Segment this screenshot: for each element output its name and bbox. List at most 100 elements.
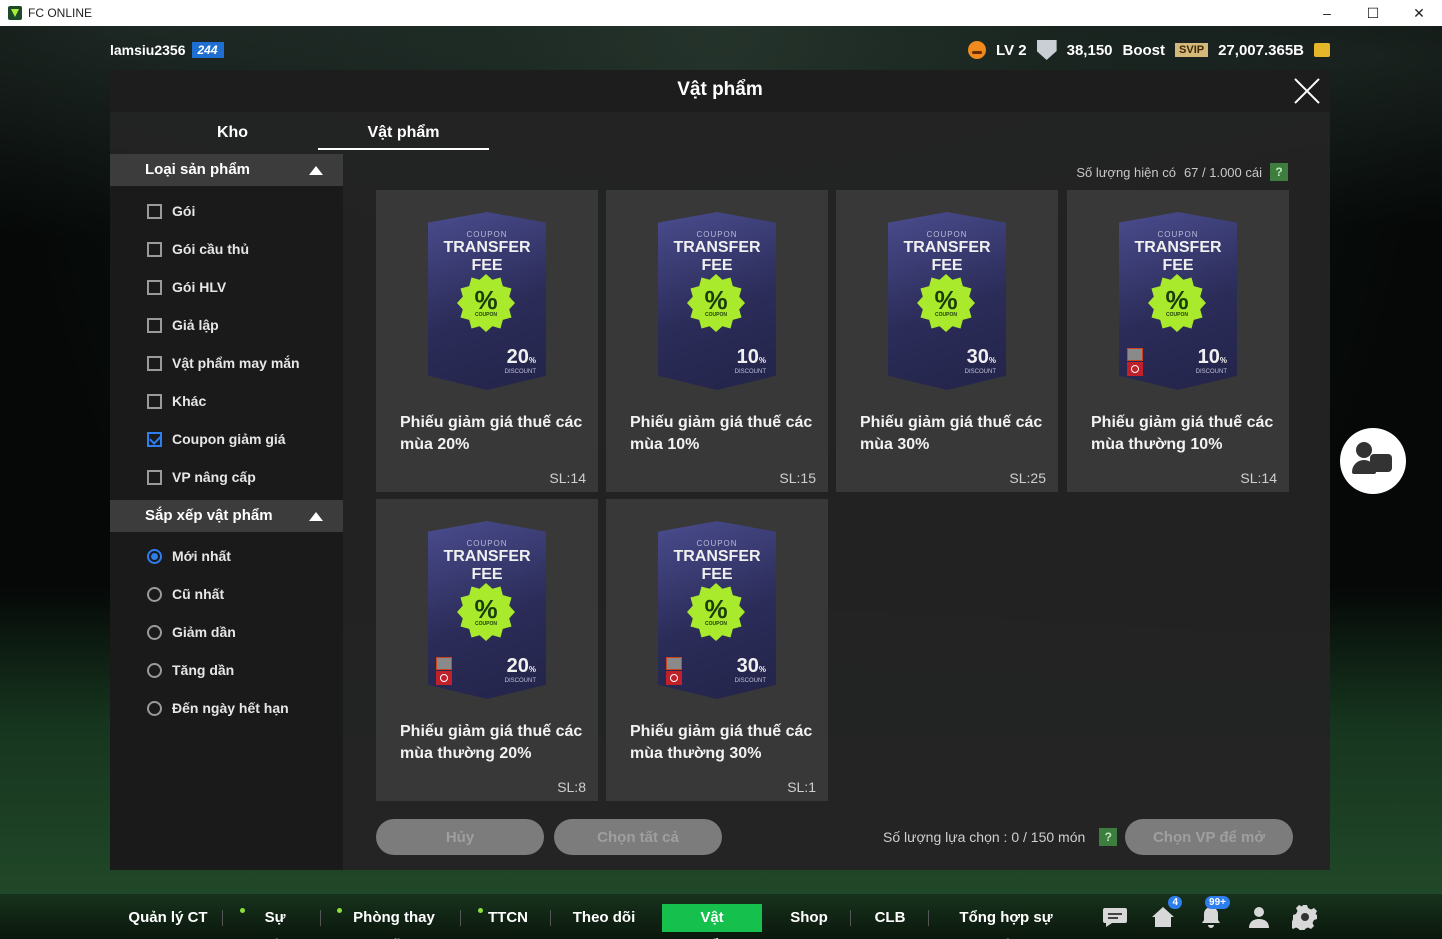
- collapse-triangle-icon: [309, 166, 323, 175]
- checkbox[interactable]: [147, 203, 162, 219]
- nav-vat-pham[interactable]: Vật phẩm: [662, 904, 762, 939]
- sort-moi-nhat[interactable]: Mới nhất: [147, 546, 231, 566]
- sort-header[interactable]: Sắp xếp vật phẩm: [110, 500, 343, 532]
- profile-icon[interactable]: [1244, 902, 1274, 932]
- coupon-small-label: COUPON: [926, 230, 968, 239]
- sort-title: Sắp xếp vật phẩm: [145, 507, 273, 524]
- nav-clb[interactable]: CLB: [870, 904, 910, 932]
- product-type-title: Loại sản phẩm: [145, 161, 251, 178]
- filter-coupon-giam-gia[interactable]: Coupon giảm giá: [147, 429, 286, 449]
- discount-label: DISCOUNT: [504, 678, 536, 684]
- help-icon[interactable]: ?: [1270, 163, 1288, 181]
- filter-vp-nang-cap[interactable]: VP nâng cấp: [147, 467, 256, 487]
- coupon-title: TRANSFER FEE: [673, 239, 761, 274]
- minimize-button[interactable]: –: [1304, 0, 1350, 26]
- filter-vat-pham-may-man[interactable]: Vật phẩm may mắn: [147, 353, 300, 373]
- item-quantity: SL:14: [1240, 470, 1277, 486]
- nav-ttcn[interactable]: TTCN: [478, 904, 530, 932]
- radio[interactable]: [147, 624, 162, 640]
- checkbox[interactable]: [147, 279, 162, 295]
- item-name: Phiếu giảm giá thuế các mùa thường 10%: [1091, 414, 1274, 453]
- boost-label: Boost: [1122, 41, 1166, 59]
- friend-chat-icon[interactable]: [1340, 428, 1406, 494]
- maximize-button[interactable]: ☐: [1350, 0, 1396, 26]
- radio[interactable]: [147, 662, 162, 678]
- radio-checked[interactable]: [147, 548, 162, 564]
- coupon-value: 20%: [506, 655, 536, 677]
- checkbox[interactable]: [147, 469, 162, 485]
- nav-shop[interactable]: Shop: [788, 904, 830, 932]
- discount-label: DISCOUNT: [504, 369, 536, 375]
- settings-gear-icon[interactable]: [1290, 902, 1320, 932]
- filter-goi-cau-thu[interactable]: Gói cầu thủ: [147, 239, 249, 259]
- item-quantity: SL:1: [787, 779, 816, 795]
- close-icon[interactable]: [1292, 76, 1322, 106]
- coupon-image: COUPON TRANSFER FEE % COUPON 10% DISCOUNT: [658, 212, 776, 390]
- item-card[interactable]: COUPON TRANSFER FEE % COUPON 20% DISCOUNT…: [376, 499, 598, 801]
- filter-goi-hlv[interactable]: Gói HLV: [147, 277, 226, 297]
- tab-kho[interactable]: Kho: [150, 118, 315, 150]
- coupon-small-label: COUPON: [696, 230, 738, 239]
- filter-label: Gói cầu thủ: [172, 241, 249, 257]
- count-label: Số lượng hiện có: [1076, 164, 1176, 180]
- checkbox[interactable]: [147, 317, 162, 333]
- item-card[interactable]: COUPON TRANSFER FEE % COUPON 10% DISCOUNT…: [1067, 190, 1289, 492]
- coupon-title: TRANSFER FEE: [443, 548, 531, 583]
- tab-vat-pham[interactable]: Vật phẩm: [318, 118, 489, 150]
- window-titlebar: FC ONLINE – ☐ ✕: [0, 0, 1442, 26]
- item-name: Phiếu giảm giá thuế các mùa 20%: [400, 414, 583, 453]
- nav-phong-thay-do[interactable]: Phòng thay đồ: [337, 904, 443, 939]
- coupon-small-label: COUPON: [696, 539, 738, 548]
- points-value: 38,150: [1066, 41, 1113, 59]
- filter-khac[interactable]: Khác: [147, 391, 206, 411]
- window-close-button[interactable]: ✕: [1396, 0, 1442, 26]
- open-selected-button[interactable]: Chọn VP để mở: [1125, 819, 1293, 855]
- sort-giam-dan[interactable]: Giảm dần: [147, 622, 236, 642]
- chat-icon[interactable]: [1100, 902, 1130, 932]
- discount-label: DISCOUNT: [734, 678, 766, 684]
- home-icon[interactable]: 4: [1148, 896, 1182, 932]
- cancel-button[interactable]: Hủy: [376, 819, 544, 855]
- coupon-title: TRANSFER FEE: [443, 239, 531, 274]
- coupon-value: 10%: [736, 346, 766, 368]
- coupon-image: COUPON TRANSFER FEE % COUPON 30% DISCOUNT: [658, 521, 776, 699]
- help-icon[interactable]: ?: [1099, 828, 1118, 846]
- untradeable-lock-icon: [666, 657, 682, 685]
- coupon-value: 20%: [506, 346, 536, 368]
- nav-quan-ly-ct[interactable]: Quản lý CT: [126, 904, 210, 932]
- nav-su-kien[interactable]: Sự kiện: [240, 904, 302, 939]
- filter-goi[interactable]: Gói: [147, 201, 195, 221]
- modal-title: Vật phẩm: [677, 79, 763, 100]
- item-card[interactable]: COUPON TRANSFER FEE % COUPON 10% DISCOUNT…: [606, 190, 828, 492]
- radio[interactable]: [147, 700, 162, 716]
- item-card[interactable]: COUPON TRANSFER FEE % COUPON 20% DISCOUNT…: [376, 190, 598, 492]
- radio[interactable]: [147, 586, 162, 602]
- checkbox[interactable]: [147, 355, 162, 371]
- coins-value: 27,007.365B: [1218, 41, 1304, 59]
- item-name: Phiếu giảm giá thuế các mùa 30%: [860, 414, 1043, 453]
- coupon-image: COUPON TRANSFER FEE % COUPON 20% DISCOUNT: [428, 212, 546, 390]
- select-all-button[interactable]: Chọn tất cả: [554, 819, 722, 855]
- checkbox-checked[interactable]: [147, 431, 162, 447]
- item-quantity: SL:15: [779, 470, 816, 486]
- checkbox[interactable]: [147, 393, 162, 409]
- filter-label: Gói HLV: [172, 279, 227, 295]
- product-type-header[interactable]: Loại sản phẩm: [110, 154, 343, 186]
- discount-label: DISCOUNT: [964, 369, 996, 375]
- bottom-nav: Quản lý CT Sự kiện Phòng thay đồ TTCN Th…: [0, 894, 1442, 939]
- item-card[interactable]: COUPON TRANSFER FEE % COUPON 30% DISCOUNT…: [606, 499, 828, 801]
- nav-theo-doi[interactable]: Theo dõi: [570, 904, 638, 932]
- coupon-image: COUPON TRANSFER FEE % COUPON 20% DISCOUNT: [428, 521, 546, 699]
- sort-tang-dan[interactable]: Tăng dần: [147, 660, 234, 680]
- item-card[interactable]: COUPON TRANSFER FEE % COUPON 30% DISCOUNT…: [836, 190, 1058, 492]
- checkbox[interactable]: [147, 241, 162, 257]
- filter-label: VP nâng cấp: [172, 469, 256, 485]
- coupon-title: TRANSFER FEE: [1134, 239, 1222, 274]
- nav-tong-hop-su-kien[interactable]: Tổng hợp sự kiện: [950, 904, 1062, 939]
- item-name: Phiếu giảm giá thuế các mùa 10%: [630, 414, 813, 453]
- filter-gia-lap[interactable]: Giả lập: [147, 315, 219, 335]
- coupon-image: COUPON TRANSFER FEE % COUPON 10% DISCOUNT: [1119, 212, 1237, 390]
- sort-cu-nhat[interactable]: Cũ nhất: [147, 584, 224, 604]
- sort-den-ngay-het-han[interactable]: Đến ngày hết hạn: [147, 698, 289, 718]
- bell-icon[interactable]: 99+: [1196, 896, 1230, 932]
